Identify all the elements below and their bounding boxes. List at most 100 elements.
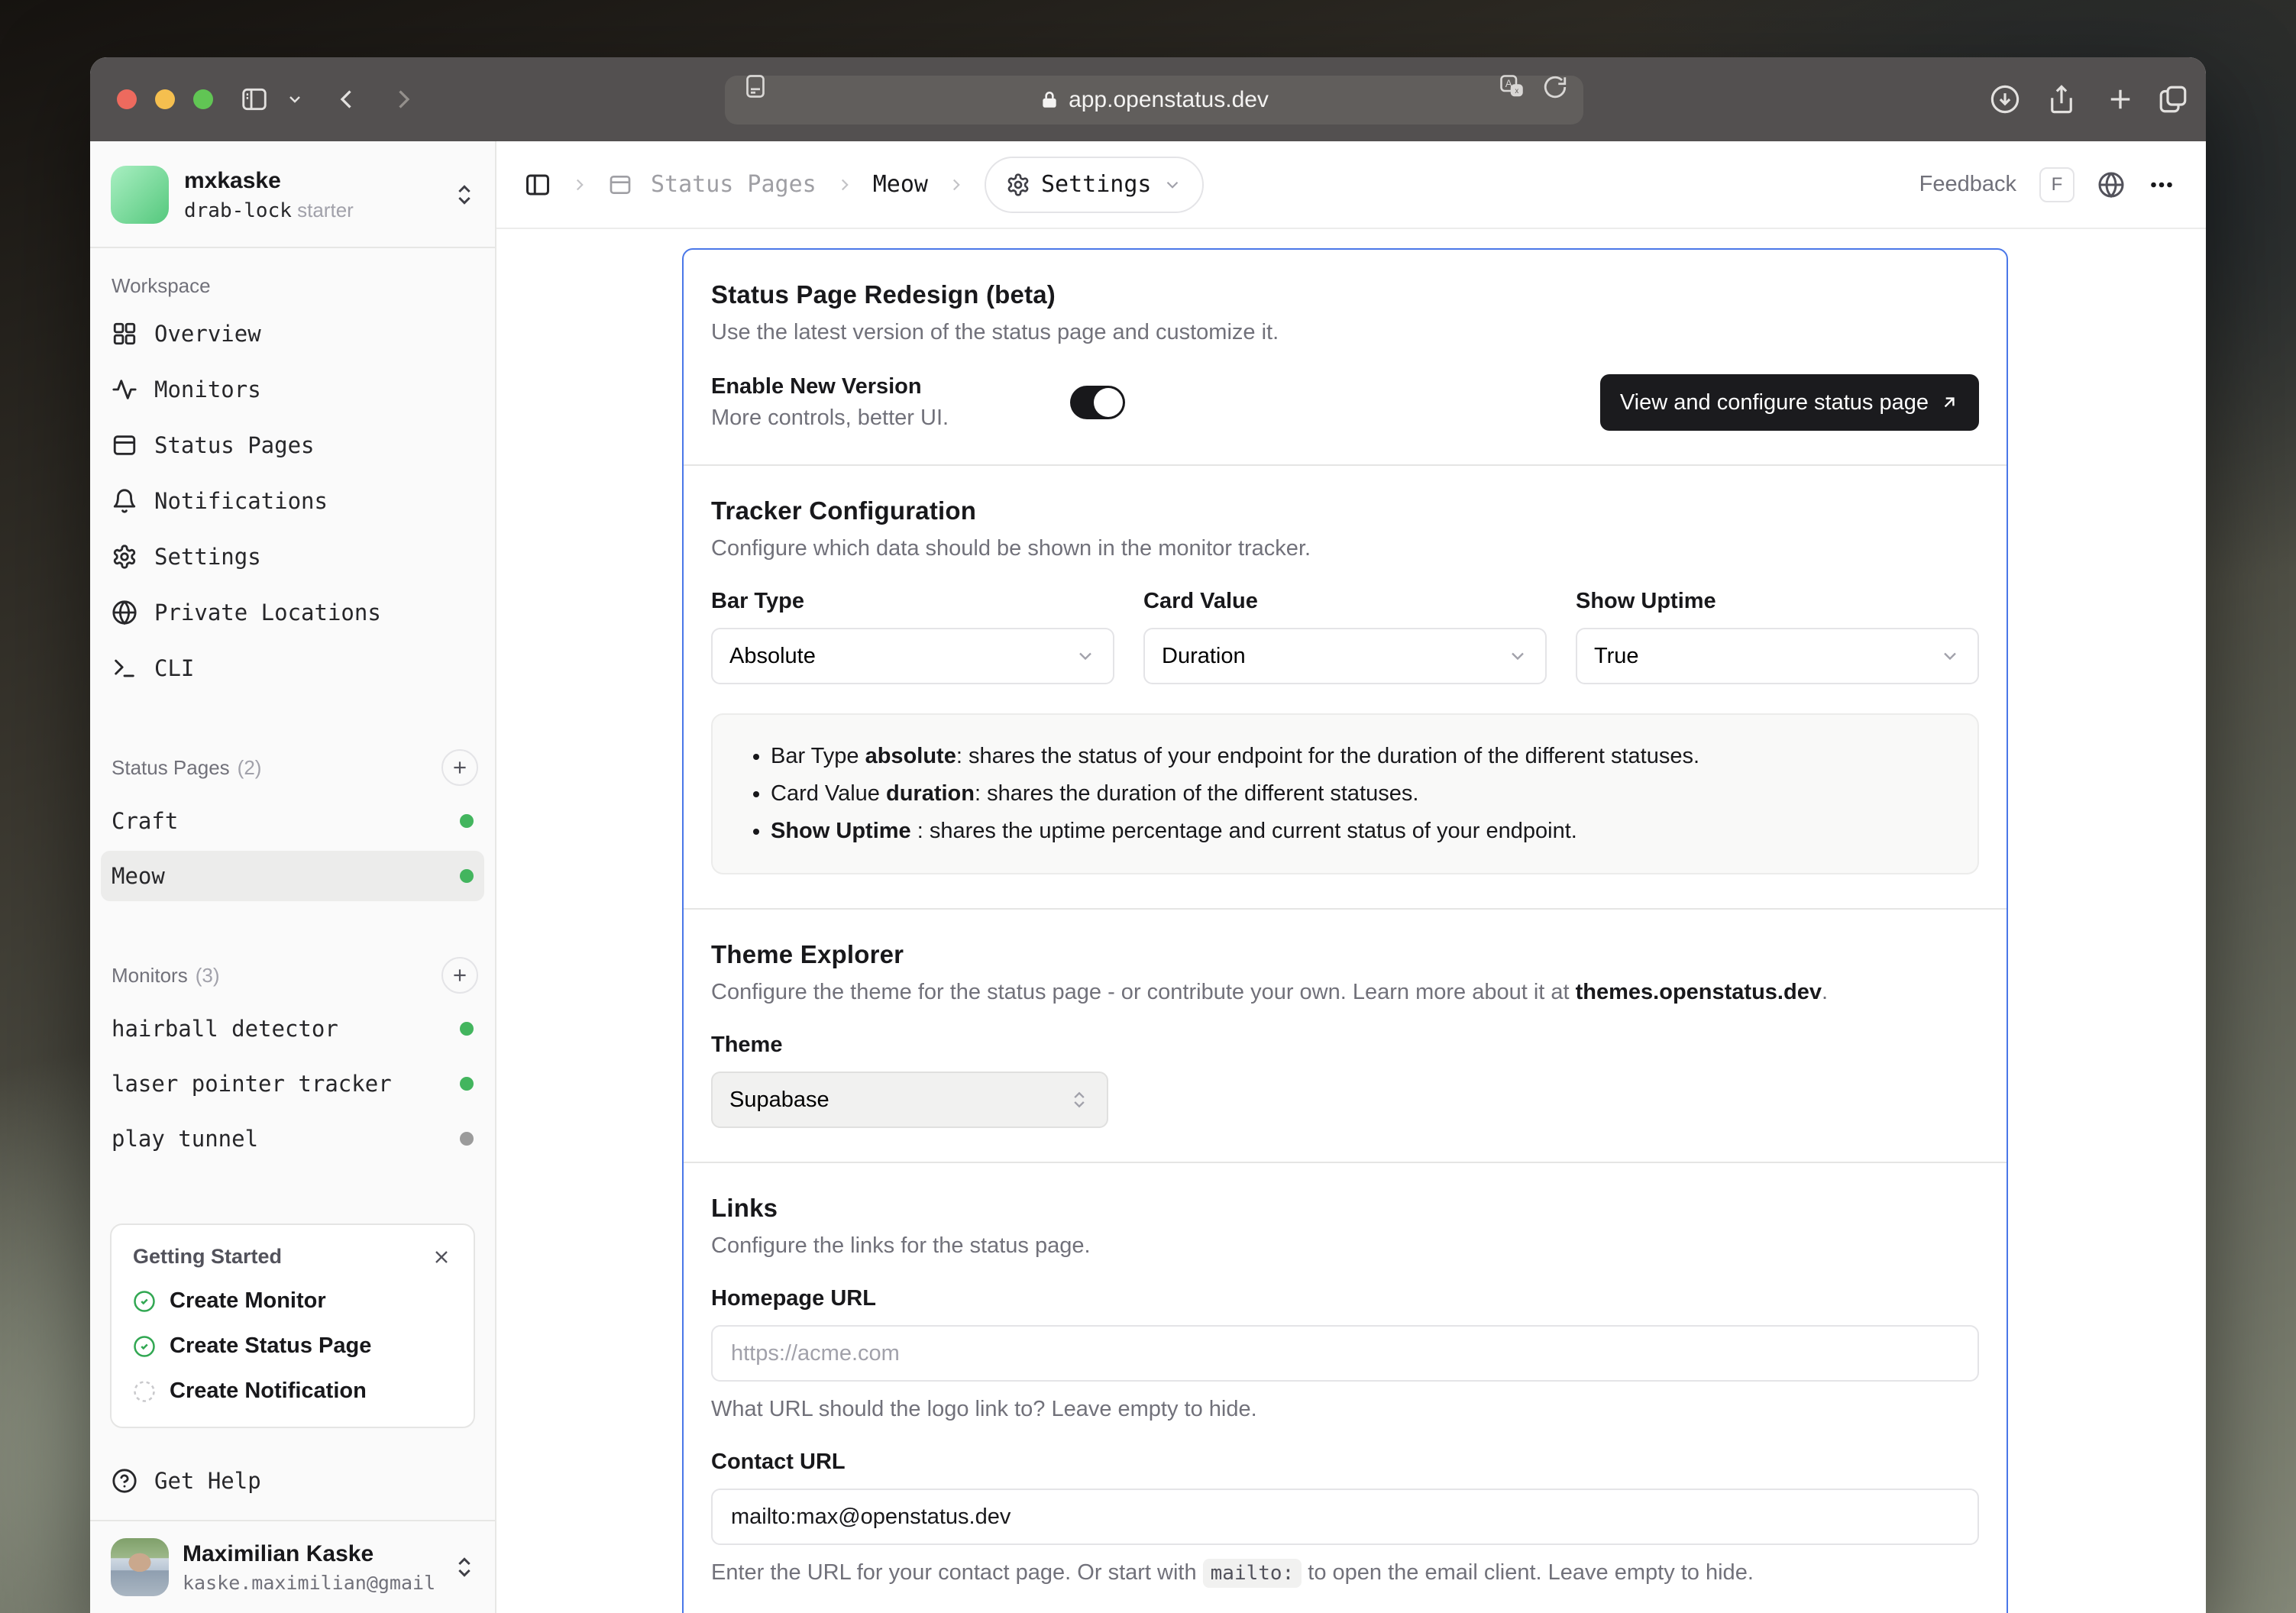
sidebar-toggle-icon[interactable] bbox=[524, 171, 551, 199]
get-help-label: Get Help bbox=[154, 1468, 261, 1494]
status-page-label: Meow bbox=[112, 863, 165, 889]
browser-window: app.openstatus.dev Ax bbox=[90, 57, 2206, 1613]
status-dot-green bbox=[460, 1077, 474, 1091]
workspace-name: mxkaske bbox=[184, 168, 354, 194]
help-circle-icon bbox=[112, 1468, 137, 1494]
breadcrumb-status-pages[interactable]: Status Pages bbox=[651, 171, 817, 198]
sidebar-item-label: Settings bbox=[154, 544, 261, 570]
globe-icon bbox=[112, 600, 137, 625]
sidebar: mxkaske drab-lock starter Workspace Over… bbox=[90, 141, 496, 1613]
workspace-plan: starter bbox=[297, 199, 354, 221]
section-title: Links bbox=[711, 1194, 1979, 1223]
address-bar[interactable]: app.openstatus.dev Ax bbox=[725, 76, 1583, 124]
status-page-item-meow[interactable]: Meow bbox=[101, 851, 484, 901]
dashed-circle-icon bbox=[133, 1380, 156, 1403]
bell-icon bbox=[112, 488, 137, 514]
sidebar-item-status-pages[interactable]: Status Pages bbox=[90, 417, 495, 473]
share-icon[interactable] bbox=[2045, 83, 2078, 115]
chevron-down-icon bbox=[1507, 645, 1528, 667]
close-window-button[interactable] bbox=[117, 89, 137, 109]
mailto-code-chip: mailto: bbox=[1203, 1559, 1302, 1588]
add-status-page-button[interactable] bbox=[441, 749, 478, 786]
tab-group-chevron-icon[interactable] bbox=[286, 90, 304, 108]
theme-explorer-section: Theme Explorer Configure the theme for t… bbox=[684, 908, 2007, 1162]
terminal-icon bbox=[112, 655, 137, 681]
page-settings-icon[interactable] bbox=[742, 73, 769, 100]
monitor-item-hairball-detector[interactable]: hairball detector bbox=[101, 1004, 484, 1054]
section-description: Configure the links for the status page. bbox=[711, 1233, 1979, 1259]
add-monitor-button[interactable] bbox=[441, 957, 478, 994]
tab-overview-icon[interactable] bbox=[2157, 83, 2189, 115]
contact-url-input[interactable] bbox=[731, 1505, 1959, 1530]
close-icon[interactable] bbox=[431, 1246, 452, 1268]
sidebar-item-settings[interactable]: Settings bbox=[90, 529, 495, 584]
downloads-icon[interactable] bbox=[1989, 83, 2021, 115]
browser-toolbar: app.openstatus.dev Ax bbox=[90, 57, 2206, 141]
getting-started-create-status-page[interactable]: Create Status Page bbox=[133, 1333, 452, 1359]
status-pages-count: (2) bbox=[238, 756, 262, 780]
sidebar-item-overview[interactable]: Overview bbox=[90, 305, 495, 361]
sidebar-item-private-locations[interactable]: Private Locations bbox=[90, 584, 495, 640]
homepage-url-input-wrap bbox=[711, 1325, 1979, 1382]
workspace-avatar bbox=[111, 166, 169, 224]
status-pages-section: Status Pages (2) bbox=[90, 723, 495, 794]
globe-icon[interactable] bbox=[2097, 171, 2125, 199]
theme-select[interactable]: Supabase bbox=[711, 1072, 1108, 1128]
reload-icon[interactable] bbox=[1542, 74, 1568, 100]
zoom-window-button[interactable] bbox=[193, 89, 213, 109]
new-tab-icon[interactable] bbox=[2104, 83, 2136, 115]
show-uptime-label: Show Uptime bbox=[1576, 589, 1979, 614]
getting-started-create-notification[interactable]: Create Notification bbox=[133, 1379, 452, 1404]
settings-scroll-area: Status Page Redesign (beta) Use the late… bbox=[496, 229, 2206, 1613]
chevron-down-icon bbox=[1939, 645, 1961, 667]
homepage-url-input[interactable] bbox=[731, 1341, 1959, 1366]
sidebar-item-monitors[interactable]: Monitors bbox=[90, 361, 495, 417]
arrow-up-right-icon bbox=[1939, 393, 1959, 412]
monitors-section-label: Monitors bbox=[112, 964, 188, 988]
show-uptime-select[interactable]: True bbox=[1576, 628, 1979, 684]
view-configure-status-page-button[interactable]: View and configure status page bbox=[1600, 374, 1979, 431]
sidebar-item-cli[interactable]: CLI bbox=[90, 640, 495, 696]
gear-icon bbox=[112, 544, 137, 570]
card-value-value: Duration bbox=[1162, 644, 1246, 669]
status-page-label: Craft bbox=[112, 808, 178, 834]
monitor-item-laser-pointer-tracker[interactable]: laser pointer tracker bbox=[101, 1059, 484, 1109]
getting-started-label: Create Monitor bbox=[170, 1288, 326, 1314]
translate-icon[interactable]: Ax bbox=[1498, 73, 1525, 100]
chevrons-up-down-icon bbox=[452, 183, 477, 207]
panel-top-icon bbox=[608, 173, 632, 197]
gear-icon bbox=[1006, 173, 1030, 197]
tracker-bullet: Show Uptime : shares the uptime percenta… bbox=[771, 813, 1947, 850]
minimize-window-button[interactable] bbox=[155, 89, 175, 109]
enable-new-version-toggle[interactable] bbox=[1070, 386, 1125, 419]
cta-label: View and configure status page bbox=[1620, 390, 1929, 415]
sidebar-item-label: Overview bbox=[154, 321, 261, 347]
user-email: kaske.maximilian@gmail… bbox=[183, 1572, 435, 1594]
back-button[interactable] bbox=[333, 86, 361, 113]
more-options-icon[interactable] bbox=[2148, 171, 2175, 199]
getting-started-title: Getting Started bbox=[133, 1245, 282, 1269]
get-help-link[interactable]: Get Help bbox=[90, 1460, 495, 1520]
bar-type-select[interactable]: Absolute bbox=[711, 628, 1114, 684]
grid-icon bbox=[112, 321, 137, 347]
workspace-selector[interactable]: mxkaske drab-lock starter bbox=[90, 141, 495, 248]
user-menu[interactable]: Maximilian Kaske kaske.maximilian@gmail… bbox=[90, 1520, 495, 1613]
show-uptime-value: True bbox=[1594, 644, 1639, 669]
getting-started-create-monitor[interactable]: Create Monitor bbox=[133, 1288, 452, 1314]
feedback-button[interactable]: Feedback bbox=[1919, 172, 2016, 197]
themes-link[interactable]: themes.openstatus.dev bbox=[1576, 980, 1822, 1004]
monitor-item-play-tunnel[interactable]: play tunnel bbox=[101, 1114, 484, 1164]
tracker-configuration-section: Tracker Configuration Configure which da… bbox=[684, 464, 2007, 908]
browser-sidebar-toggle-icon[interactable] bbox=[240, 85, 269, 114]
breadcrumb-meow[interactable]: Meow bbox=[873, 171, 928, 198]
enable-new-version-label: Enable New Version bbox=[711, 374, 1015, 399]
status-dot-green bbox=[460, 814, 474, 828]
sidebar-item-label: Private Locations bbox=[154, 600, 381, 625]
feedback-shortcut-badge: F bbox=[2039, 167, 2074, 202]
toggle-knob bbox=[1094, 388, 1123, 417]
sidebar-item-notifications[interactable]: Notifications bbox=[90, 473, 495, 529]
status-page-item-craft[interactable]: Craft bbox=[101, 796, 484, 846]
forward-button[interactable] bbox=[390, 86, 417, 113]
breadcrumb-settings-dropdown[interactable]: Settings bbox=[985, 157, 1204, 213]
card-value-select[interactable]: Duration bbox=[1143, 628, 1547, 684]
